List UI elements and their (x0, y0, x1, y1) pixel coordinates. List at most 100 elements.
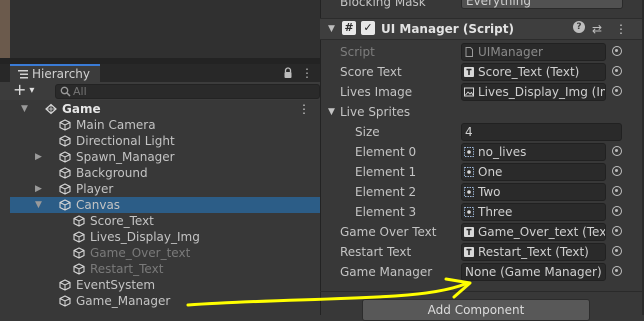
plus-icon: + (13, 80, 27, 99)
hierarchy-row-label: Background (76, 166, 148, 180)
object-field[interactable]: None (Game Manager) (461, 263, 606, 281)
search-input[interactable] (73, 85, 313, 98)
object-field[interactable]: Two (461, 183, 606, 201)
object-field[interactable]: One (461, 163, 606, 181)
hierarchy-row[interactable]: Background (10, 165, 320, 181)
hierarchy-row[interactable]: EventSystem (10, 277, 320, 293)
gameobject-cube-icon (59, 295, 71, 307)
scene-menu-icon[interactable]: ⋮ (298, 101, 310, 117)
field-label: Restart Text (340, 245, 412, 259)
field-label: Element 1 (355, 165, 417, 179)
image-component-icon (464, 87, 474, 97)
hierarchy-menu-icon[interactable]: ⋮ (301, 64, 313, 82)
help-icon[interactable]: ? (573, 21, 585, 33)
hierarchy-row[interactable]: Game_Manager (10, 293, 320, 309)
inspector-field-row: Lives Image Lives_Display_Img (Imag (320, 82, 644, 102)
presets-icon[interactable]: ⇄ (592, 20, 602, 38)
create-dropdown-button[interactable]: + ▾ (13, 82, 45, 100)
hierarchy-row-label: Main Camera (76, 118, 156, 132)
component-menu-icon[interactable]: ⋮ (615, 20, 627, 38)
gameobject-cube-icon (73, 263, 85, 275)
object-picker-icon[interactable] (612, 186, 622, 196)
inspector-field-row: Score Text Score_Text (Text) (320, 62, 644, 82)
enabled-checkbox[interactable]: ✓ (361, 21, 375, 35)
text-component-icon (464, 227, 474, 237)
object-field[interactable]: Game_Over_text (Text) (461, 223, 606, 241)
sprite-icon (464, 187, 474, 197)
hierarchy-tree: ▼ Game ⋮ Main Camera Directional Light ▶ Spawn… (10, 101, 320, 315)
blocking-mask-dropdown[interactable]: Everything (461, 0, 623, 9)
object-field[interactable]: no_lives (461, 143, 606, 161)
gameobject-cube-icon (59, 135, 71, 147)
field-label: Size (355, 125, 380, 139)
blocking-mask-label: Blocking Mask (340, 0, 426, 9)
hierarchy-row[interactable]: Score_Text (10, 213, 320, 229)
inspector-field-row: Element 2 Two (320, 182, 644, 202)
object-field[interactable]: UIManager (461, 43, 606, 61)
lock-icon[interactable] (283, 67, 293, 79)
expanded-arrow-icon[interactable]: ▼ (35, 197, 45, 213)
field-label: Script (340, 45, 375, 59)
foldout-arrow-icon[interactable]: ▼ (328, 104, 335, 120)
text-component-icon (464, 247, 474, 257)
object-picker-icon[interactable] (612, 246, 622, 256)
object-field[interactable]: Three (461, 203, 606, 221)
object-picker-icon[interactable] (612, 206, 622, 216)
object-picker-icon[interactable] (612, 46, 622, 56)
scene-texture (0, 0, 10, 58)
collapsed-arrow-icon[interactable]: ▶ (35, 181, 45, 197)
hierarchy-row[interactable]: ▼ Canvas (10, 197, 320, 213)
hierarchy-row[interactable]: Directional Light (10, 133, 320, 149)
inspector-field-row: ▼ Live Sprites (320, 102, 644, 122)
unity-scene-icon (45, 103, 57, 115)
hierarchy-row[interactable]: Main Camera (10, 117, 320, 133)
field-label: Element 3 (355, 205, 417, 219)
object-picker-icon[interactable] (612, 266, 622, 276)
hierarchy-row[interactable]: ▼ Game ⋮ (10, 101, 320, 117)
hierarchy-row-label: Restart_Text (90, 262, 164, 276)
gameobject-cube-icon (59, 279, 71, 291)
inspector-field-row: Game Over Text Game_Over_text (Text) (320, 222, 644, 242)
hierarchy-row-label: EventSystem (76, 278, 156, 292)
inspector-field-row: Game Manager None (Game Manager) (320, 262, 644, 282)
object-field[interactable]: 4 (461, 123, 622, 141)
object-picker-icon[interactable] (612, 66, 622, 76)
expanded-arrow-icon[interactable]: ▼ (21, 101, 31, 117)
object-field[interactable]: Lives_Display_Img (Imag (461, 83, 606, 101)
object-field-value: Score_Text (Text) (478, 65, 580, 79)
object-field[interactable]: Restart_Text (Text) (461, 243, 606, 261)
inspector-field-row: Element 3 Three (320, 202, 644, 222)
ui-manager-component-header[interactable]: ▼ # ✓ UI Manager (Script) ? ⇄ ⋮ (320, 18, 644, 40)
hierarchy-list-icon (18, 70, 28, 79)
object-picker-icon[interactable] (612, 86, 622, 96)
component-title: UI Manager (Script) (381, 22, 514, 36)
field-label: Lives Image (340, 85, 413, 99)
gameobject-cube-icon (59, 199, 71, 211)
object-picker-icon[interactable] (612, 146, 622, 156)
field-label: Game Over Text (340, 225, 437, 239)
tab-hierarchy-label: Hierarchy (32, 67, 91, 81)
hierarchy-search-field[interactable] (55, 84, 320, 99)
hierarchy-row-label: Game_Manager (76, 294, 171, 308)
hierarchy-row[interactable]: ▶ Spawn_Manager (10, 149, 320, 165)
hierarchy-row[interactable]: ▶ Player (10, 181, 320, 197)
hierarchy-row[interactable]: Restart_Text (10, 261, 320, 277)
text-component-icon (464, 67, 474, 77)
chevron-down-icon: ▾ (29, 85, 35, 96)
hierarchy-row-label: Spawn_Manager (76, 150, 175, 164)
hierarchy-row-label: Game (62, 102, 101, 116)
gameobject-cube-icon (73, 215, 85, 227)
foldout-arrow-icon[interactable]: ▼ (328, 21, 335, 37)
scene-view-strip (0, 0, 320, 58)
add-component-button[interactable]: Add Component (362, 299, 590, 321)
object-picker-icon[interactable] (612, 226, 622, 236)
gameobject-cube-icon (59, 119, 71, 131)
hierarchy-row[interactable]: Game_Over_text (10, 245, 320, 261)
hierarchy-row[interactable]: Lives_Display_Img (10, 229, 320, 245)
gameobject-cube-icon (73, 231, 85, 243)
object-field-value: no_lives (478, 145, 527, 159)
collapsed-arrow-icon[interactable]: ▶ (35, 149, 45, 165)
object-picker-icon[interactable] (612, 166, 622, 176)
object-field-value: Three (478, 205, 513, 219)
object-field[interactable]: Score_Text (Text) (461, 63, 606, 81)
